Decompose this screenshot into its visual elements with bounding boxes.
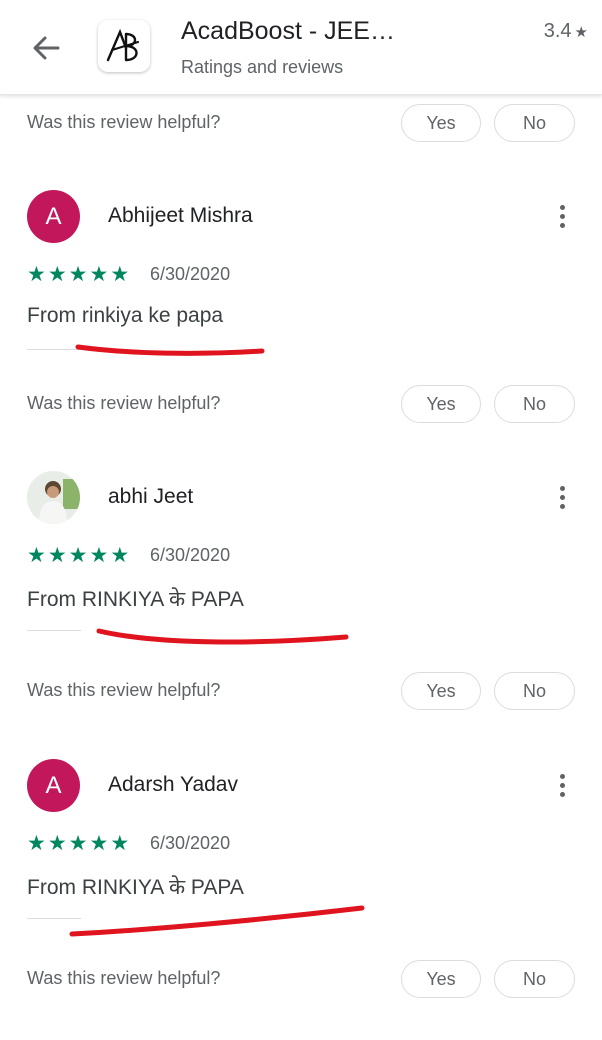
review-author: Adarsh Yadav — [108, 773, 238, 796]
helpful-row: Was this review helpful? Yes No — [0, 385, 602, 425]
star-icon: ★ — [89, 263, 110, 286]
app-icon[interactable] — [98, 20, 150, 72]
avatar: A — [27, 190, 80, 243]
divider — [27, 349, 81, 350]
review-text: From RINKIYA के PAPA — [27, 876, 244, 899]
star-icon: ★ — [47, 544, 68, 567]
star-icon: ★ — [47, 263, 68, 286]
page-subtitle: Ratings and reviews — [181, 57, 344, 77]
rating-value: 3.4 — [543, 20, 572, 42]
more-options-icon[interactable] — [552, 198, 572, 234]
helpful-yes-button[interactable]: Yes — [401, 385, 481, 423]
review-text: From RINKIYA के PAPA — [27, 588, 244, 611]
helpful-row: Was this review helpful? Yes No — [0, 104, 602, 144]
helpful-no-button[interactable]: No — [494, 960, 575, 998]
helpful-no-button[interactable]: No — [494, 104, 575, 142]
review-card: A Adarsh Yadav ★ ★ ★ ★ ★ 6/30/2020 From RINK… — [0, 759, 602, 949]
star-icon: ★ — [68, 832, 89, 855]
review-author: Abhijeet Mishra — [108, 204, 253, 227]
star-icon: ★ — [110, 544, 131, 567]
star-icon: ★ — [27, 832, 47, 855]
avatar: A — [27, 759, 80, 812]
helpful-yes-button[interactable]: Yes — [401, 104, 481, 142]
more-options-icon[interactable] — [552, 479, 572, 515]
review-date: 6/30/2020 — [150, 833, 231, 853]
divider — [27, 630, 81, 631]
star-icon: ★ — [27, 263, 47, 286]
star-rating: ★ ★ ★ ★ ★ — [27, 262, 130, 287]
helpful-row: Was this review helpful? Yes No — [0, 960, 602, 1000]
profile-photo — [27, 471, 80, 524]
helpful-question: Was this review helpful? — [27, 393, 221, 413]
helpful-yes-button[interactable]: Yes — [401, 672, 481, 710]
star-icon: ★ — [89, 832, 110, 855]
star-icon: ★ — [47, 832, 68, 855]
helpful-row: Was this review helpful? Yes No — [0, 672, 602, 712]
star-icon: ★ — [89, 544, 110, 567]
review-date: 6/30/2020 — [150, 264, 231, 284]
helpful-yes-button[interactable]: Yes — [401, 960, 481, 998]
star-icon: ★ — [68, 263, 89, 286]
review-card: abhi Jeet ★ ★ ★ ★ ★ 6/30/2020 From RINKIYA क… — [0, 471, 602, 661]
helpful-no-button[interactable]: No — [494, 385, 575, 423]
star-icon: ★ — [110, 832, 131, 855]
star-icon: ★ — [68, 544, 89, 567]
star-icon: ★ — [27, 544, 47, 567]
helpful-question: Was this review helpful? — [27, 112, 221, 132]
back-arrow-icon[interactable] — [26, 28, 66, 68]
helpful-question: Was this review helpful? — [27, 680, 221, 700]
helpful-no-button[interactable]: No — [494, 672, 575, 710]
overall-rating: 3.4 ★ — [544, 20, 588, 43]
review-date: 6/30/2020 — [150, 545, 231, 565]
more-options-icon[interactable] — [552, 767, 572, 803]
helpful-question: Was this review helpful? — [27, 968, 221, 988]
app-header: AcadBoost - JEE… Ratings and reviews 3.4… — [0, 0, 602, 95]
review-card: A Abhijeet Mishra ★ ★ ★ ★ ★ 6/30/2020 From r… — [0, 190, 602, 380]
review-text: From rinkiya ke papa — [27, 304, 224, 327]
star-icon: ★ — [574, 23, 588, 41]
star-rating: ★ ★ ★ ★ ★ — [27, 543, 130, 568]
star-rating: ★ ★ ★ ★ ★ — [27, 831, 130, 856]
star-icon: ★ — [110, 263, 131, 286]
app-title: AcadBoost - JEE… — [181, 17, 395, 45]
review-author: abhi Jeet — [108, 485, 194, 508]
divider — [27, 918, 81, 919]
avatar — [27, 471, 80, 524]
